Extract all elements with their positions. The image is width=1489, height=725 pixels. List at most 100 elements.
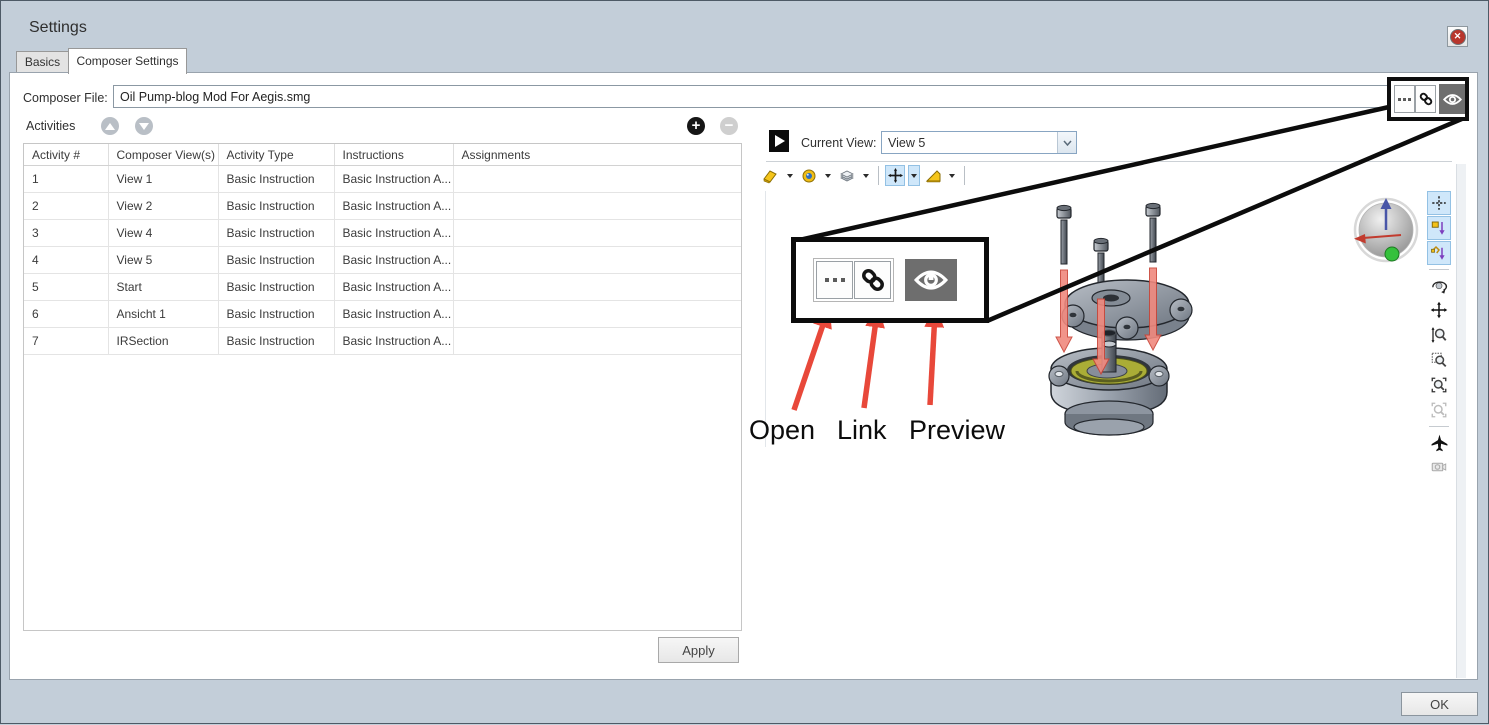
table-header-row: Activity # Composer View(s) Activity Typ…	[24, 144, 741, 166]
visibility-dropdown[interactable]	[822, 165, 834, 186]
preview-label: Preview	[909, 415, 1005, 446]
eye-icon	[1443, 93, 1462, 106]
toolbar-separator	[1429, 269, 1449, 270]
ghost-mode-dropdown[interactable]	[784, 165, 796, 186]
play-icon	[775, 135, 785, 147]
current-view-select[interactable]: View 5	[881, 131, 1077, 154]
pan-icon	[1430, 301, 1448, 319]
col-instructions[interactable]: Instructions	[334, 144, 453, 166]
close-button[interactable]: ✕	[1447, 26, 1468, 47]
up-arrow-icon	[105, 123, 115, 130]
table-row[interactable]: 7IRSectionBasic InstructionBasic Instruc…	[24, 328, 741, 355]
layers-dropdown[interactable]	[860, 165, 872, 186]
viewport-right-strip	[1456, 164, 1466, 678]
table-row[interactable]: 2View 2Basic InstructionBasic Instructio…	[24, 193, 741, 220]
link-button-magnified[interactable]	[854, 261, 891, 299]
col-activity-number[interactable]: Activity #	[24, 144, 108, 166]
camera-icon	[1430, 458, 1448, 476]
toolbar-separator	[1429, 426, 1449, 427]
activities-table: Activity # Composer View(s) Activity Typ…	[23, 143, 742, 631]
navigation-sphere[interactable]	[1351, 195, 1421, 265]
move-up-button[interactable]	[101, 117, 119, 135]
preview-button-magnified[interactable]	[905, 259, 957, 301]
play-button[interactable]	[769, 130, 789, 152]
tab-composer-settings[interactable]: Composer Settings	[68, 48, 187, 74]
visibility-icon	[801, 168, 817, 184]
zoom-area-button[interactable]	[1427, 373, 1451, 397]
zoom-icon	[1430, 326, 1448, 344]
orbit-button[interactable]	[1427, 273, 1451, 297]
zoom-fit-button-disabled	[1427, 398, 1451, 422]
y-axis-ball	[1385, 247, 1399, 261]
composer-file-input[interactable]	[113, 85, 1390, 108]
table-row[interactable]: 1View 1Basic InstructionBasic Instructio…	[24, 166, 741, 193]
col-composer-views[interactable]: Composer View(s)	[108, 144, 218, 166]
airplane-icon	[1430, 433, 1449, 452]
chain-icon	[1418, 91, 1434, 107]
open-button-magnified[interactable]	[816, 261, 853, 299]
toolbar-separator	[964, 166, 965, 185]
translate-cube-button[interactable]	[1427, 216, 1451, 240]
free-move-button[interactable]	[1427, 191, 1451, 215]
table-row[interactable]: 6Ansicht 1Basic InstructionBasic Instruc…	[24, 301, 741, 328]
minus-icon: −	[725, 118, 734, 134]
layers-icon	[839, 168, 855, 184]
down-arrow-icon	[139, 123, 149, 130]
zoom-fit-icon	[1430, 401, 1448, 419]
bom-wedge-dropdown[interactable]	[946, 165, 958, 186]
link-button[interactable]	[1415, 85, 1436, 113]
chain-icon	[859, 266, 887, 294]
caret-down-icon	[949, 174, 955, 178]
remove-activity-button[interactable]: −	[720, 117, 738, 135]
caret-down-icon	[911, 174, 917, 178]
zoom-window-button[interactable]	[1427, 348, 1451, 372]
eye-icon	[914, 269, 948, 291]
caret-down-icon	[825, 174, 831, 178]
orbit-icon	[1430, 276, 1448, 294]
preview-button[interactable]	[1439, 84, 1465, 114]
move-down-button[interactable]	[135, 117, 153, 135]
composer-file-label: Composer File:	[23, 91, 108, 105]
ghost-mode-button[interactable]	[761, 165, 781, 186]
page-title: Settings	[29, 19, 87, 37]
bom-wedge-icon	[925, 168, 942, 184]
ghost-mode-icon	[763, 168, 779, 184]
table-row[interactable]: 3View 4Basic InstructionBasic Instructio…	[24, 220, 741, 247]
ellipsis-icon	[1398, 98, 1411, 101]
add-activity-button[interactable]: +	[687, 117, 705, 135]
bom-wedge-button[interactable]	[923, 165, 943, 186]
open-link-button-group	[813, 258, 894, 302]
table-row[interactable]: 4View 5Basic InstructionBasic Instructio…	[24, 247, 741, 274]
panel-separator	[766, 161, 1452, 162]
caret-down-icon	[863, 174, 869, 178]
col-activity-type[interactable]: Activity Type	[218, 144, 334, 166]
move-dropdown[interactable]	[908, 165, 920, 186]
dropdown-arrow-icon[interactable]	[1057, 132, 1076, 153]
caret-down-icon	[787, 174, 793, 178]
table-row[interactable]: 5StartBasic InstructionBasic Instruction…	[24, 274, 741, 301]
layers-button[interactable]	[837, 165, 857, 186]
pan-button[interactable]	[1427, 298, 1451, 322]
activities-label: Activities	[26, 119, 75, 133]
current-view-label: Current View:	[801, 136, 877, 150]
current-view-value: View 5	[882, 136, 1057, 150]
oil-pump-3d-model[interactable]	[1031, 184, 1236, 436]
col-assignments[interactable]: Assignments	[453, 144, 741, 166]
toolbar-separator	[878, 166, 879, 185]
free-move-icon	[1430, 194, 1448, 212]
translate-path-button[interactable]	[1427, 241, 1451, 265]
tab-basics[interactable]: Basics	[16, 51, 69, 73]
move-button[interactable]	[885, 165, 905, 186]
fly-through-button[interactable]	[1427, 430, 1451, 454]
plus-icon: +	[692, 118, 701, 134]
viewport-side-toolbar	[1427, 191, 1451, 480]
visibility-button[interactable]	[799, 165, 819, 186]
ok-button[interactable]: OK	[1401, 692, 1478, 716]
apply-button[interactable]: Apply	[658, 637, 739, 663]
zoom-button[interactable]	[1427, 323, 1451, 347]
composer-file-callout-box	[1387, 77, 1469, 121]
viewer-toolbar	[761, 164, 968, 187]
pump-cover-plate	[1062, 280, 1192, 340]
open-label: Open	[749, 415, 815, 446]
open-button[interactable]	[1394, 85, 1415, 113]
